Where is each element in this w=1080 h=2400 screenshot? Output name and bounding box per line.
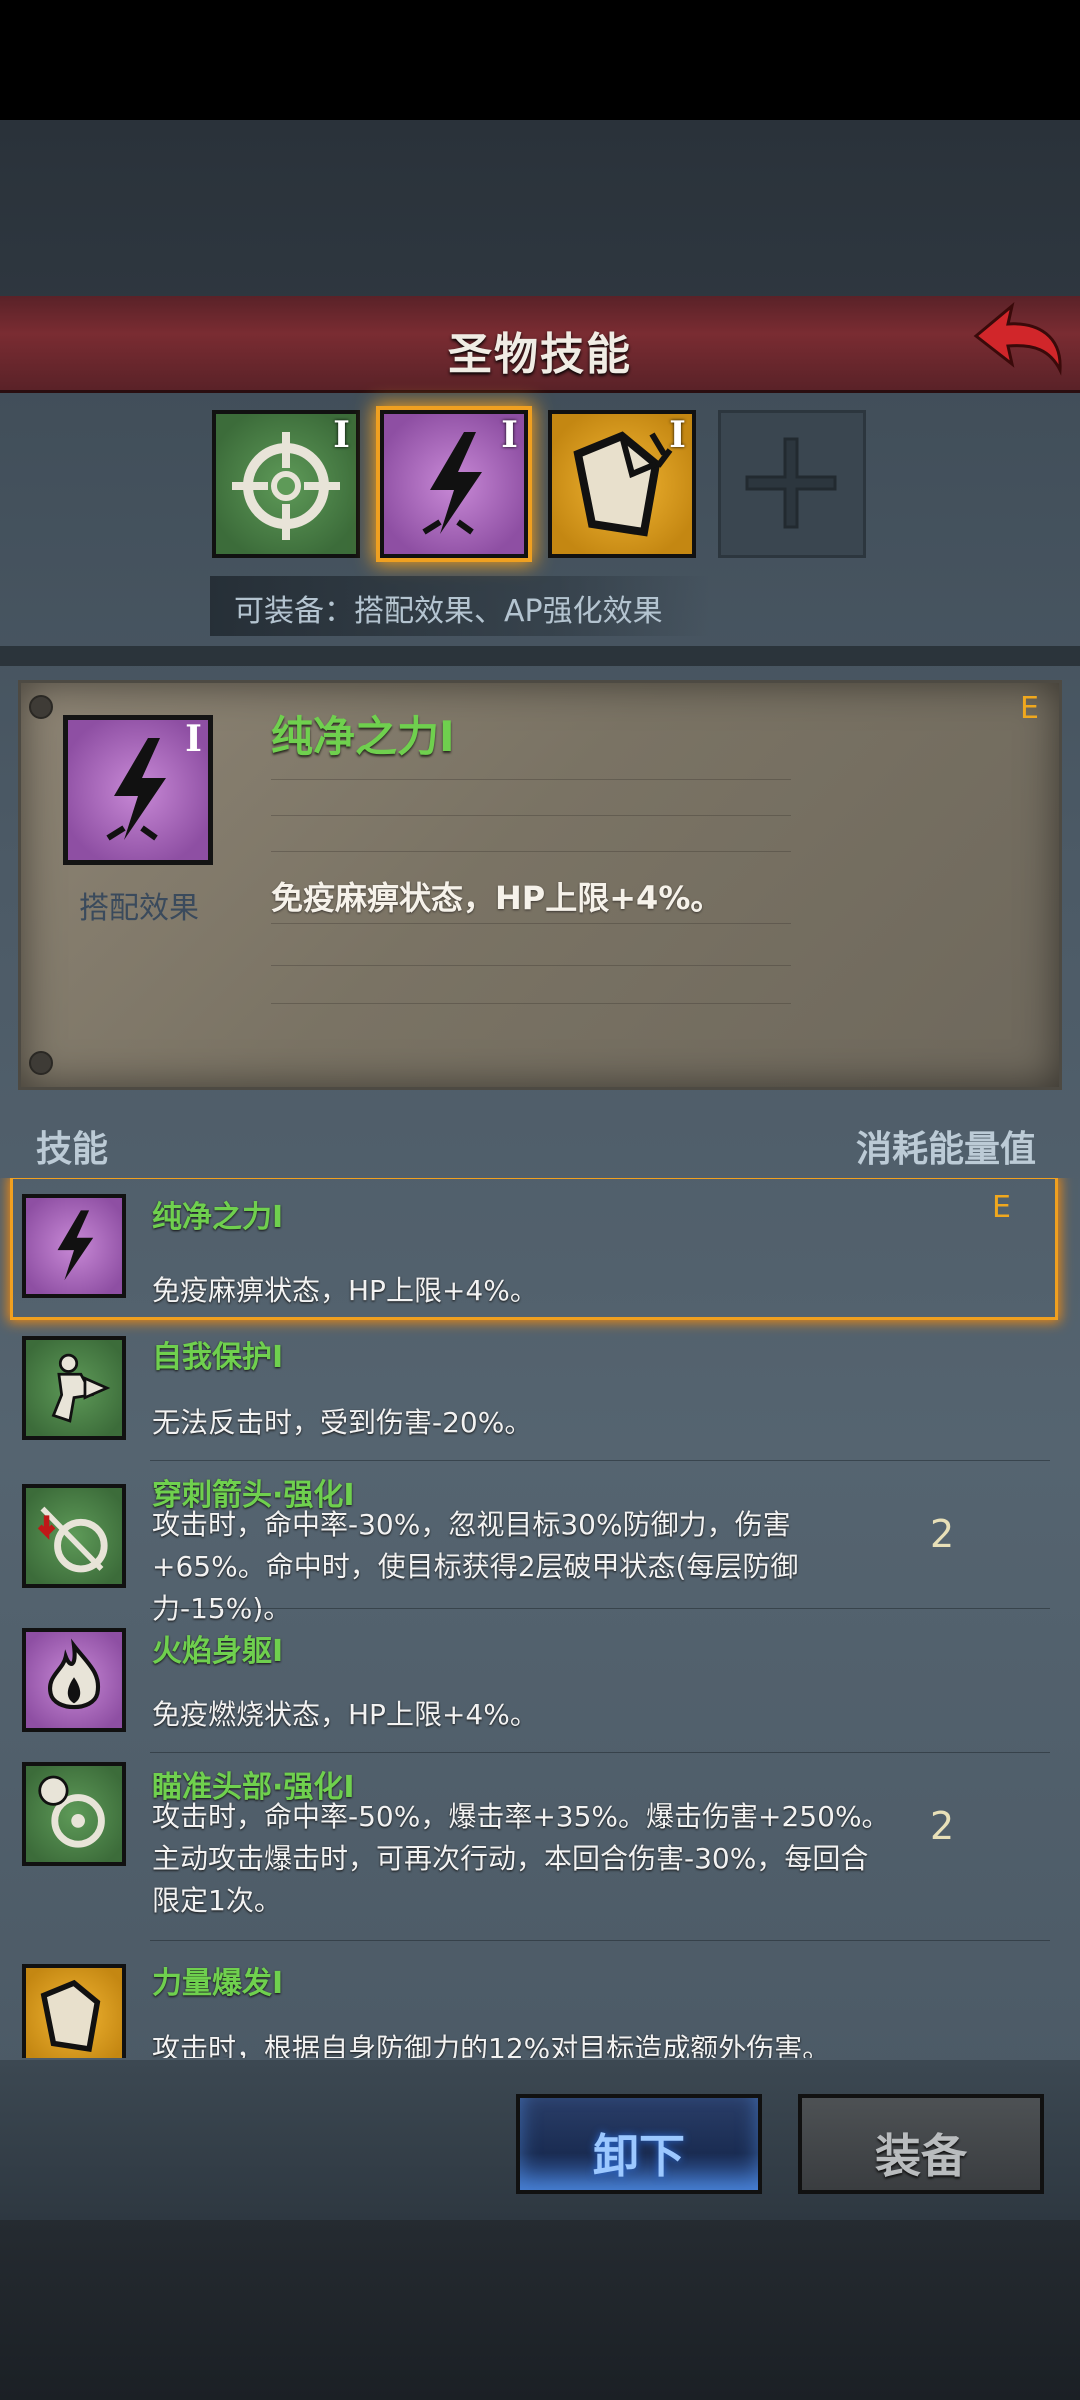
slot-1[interactable]: I: [212, 410, 360, 558]
row-divider: [150, 1460, 1050, 1461]
lightning-icon: [22, 1194, 126, 1298]
title-bar: 圣物技能: [0, 296, 1080, 393]
column-energy-cost: 消耗能量值: [855, 1129, 1036, 1170]
back-arrow-icon: [973, 302, 1062, 376]
detail-skill-name: 纯净之力I: [271, 712, 455, 761]
equip-button[interactable]: 装备: [798, 2094, 1044, 2194]
piercing-arrow-icon: [22, 1484, 126, 1588]
ruled-line: [271, 851, 791, 852]
bottom-background: [0, 2220, 1080, 2400]
empty-slot-cross-icon: [745, 437, 837, 529]
unload-button-label: 卸下: [593, 2129, 685, 2183]
skill-description: 无法反击时，受到伤害-20%。: [152, 1406, 533, 1439]
skill-list-header: 技能 消耗能量值: [0, 1108, 1080, 1170]
ruled-line: [271, 779, 791, 780]
ruled-line: [271, 923, 791, 924]
skill-description: 免疫麻痹状态，HP上限+4%。: [152, 1274, 538, 1307]
equip-hint: 可装备：搭配效果、AP强化效果: [210, 576, 710, 636]
ruled-line: [271, 1003, 791, 1004]
skill-name: 自我保护I: [152, 1340, 284, 1375]
detail-type-label: 搭配效果: [79, 891, 199, 926]
skill-description: 免疫燃烧状态，HP上限+4%。: [152, 1698, 538, 1731]
slot-2[interactable]: I: [380, 410, 528, 558]
detail-level: I: [185, 718, 202, 760]
rivet: [29, 695, 53, 719]
energy-cost: 2: [930, 1512, 955, 1556]
row-divider: [150, 1940, 1050, 1941]
rivet: [29, 1051, 53, 1075]
divider: [0, 646, 1080, 666]
slot-level: I: [669, 414, 686, 456]
row-divider: [150, 1752, 1050, 1753]
skill-name: 纯净之力I: [152, 1200, 284, 1235]
self-protect-icon: [22, 1336, 126, 1440]
slot-level: I: [333, 414, 350, 456]
back-button[interactable]: [968, 300, 1068, 380]
slot-level: I: [501, 414, 518, 456]
page-title: 圣物技能: [448, 329, 632, 380]
power-burst-icon: [22, 1964, 126, 2058]
ruled-line: [271, 965, 791, 966]
skill-name: 火焰身躯I: [152, 1634, 284, 1669]
equip-hint-text: 可装备：搭配效果、AP强化效果: [234, 594, 663, 629]
flame-body-icon: [22, 1628, 126, 1732]
skill-list[interactable]: 纯净之力I E 免疫麻痹状态，HP上限+4%。 自我保护I 无法反击时，受到伤害…: [0, 1178, 1080, 2058]
slot-4-empty[interactable]: [718, 410, 866, 558]
unload-button[interactable]: 卸下: [516, 2094, 762, 2194]
status-bar-area: [0, 0, 1080, 120]
row-divider: [150, 1608, 1050, 1609]
column-skill: 技能: [36, 1129, 109, 1170]
skill-detail-card: I 搭配效果 纯净之力I E 免疫麻痹状态，HP上限+4%。: [18, 680, 1062, 1090]
equip-button-label: 装备: [875, 2129, 967, 2183]
detail-description: 免疫麻痹状态，HP上限+4%。: [271, 879, 723, 917]
skill-description: 攻击时，命中率-50%，爆击率+35%。爆击伤害+250%。主动攻击爆击时，可再…: [152, 1800, 890, 1917]
detail-skill-icon: I: [63, 715, 213, 865]
energy-cost: 2: [930, 1804, 955, 1848]
slot-3[interactable]: I: [548, 410, 696, 558]
skill-name: 力量爆发I: [152, 1966, 284, 2001]
aim-head-icon: [22, 1762, 126, 1866]
skill-grade: E: [992, 1190, 1011, 1225]
skill-description: 攻击时，根据自身防御力的12%对目标造成额外伤害。: [152, 2032, 831, 2058]
detail-grade: E: [1020, 691, 1039, 726]
ruled-line: [271, 815, 791, 816]
skill-description: 攻击时，命中率-30%，忽视目标30%防御力，伤害+65%。命中时，使目标获得2…: [152, 1508, 799, 1625]
